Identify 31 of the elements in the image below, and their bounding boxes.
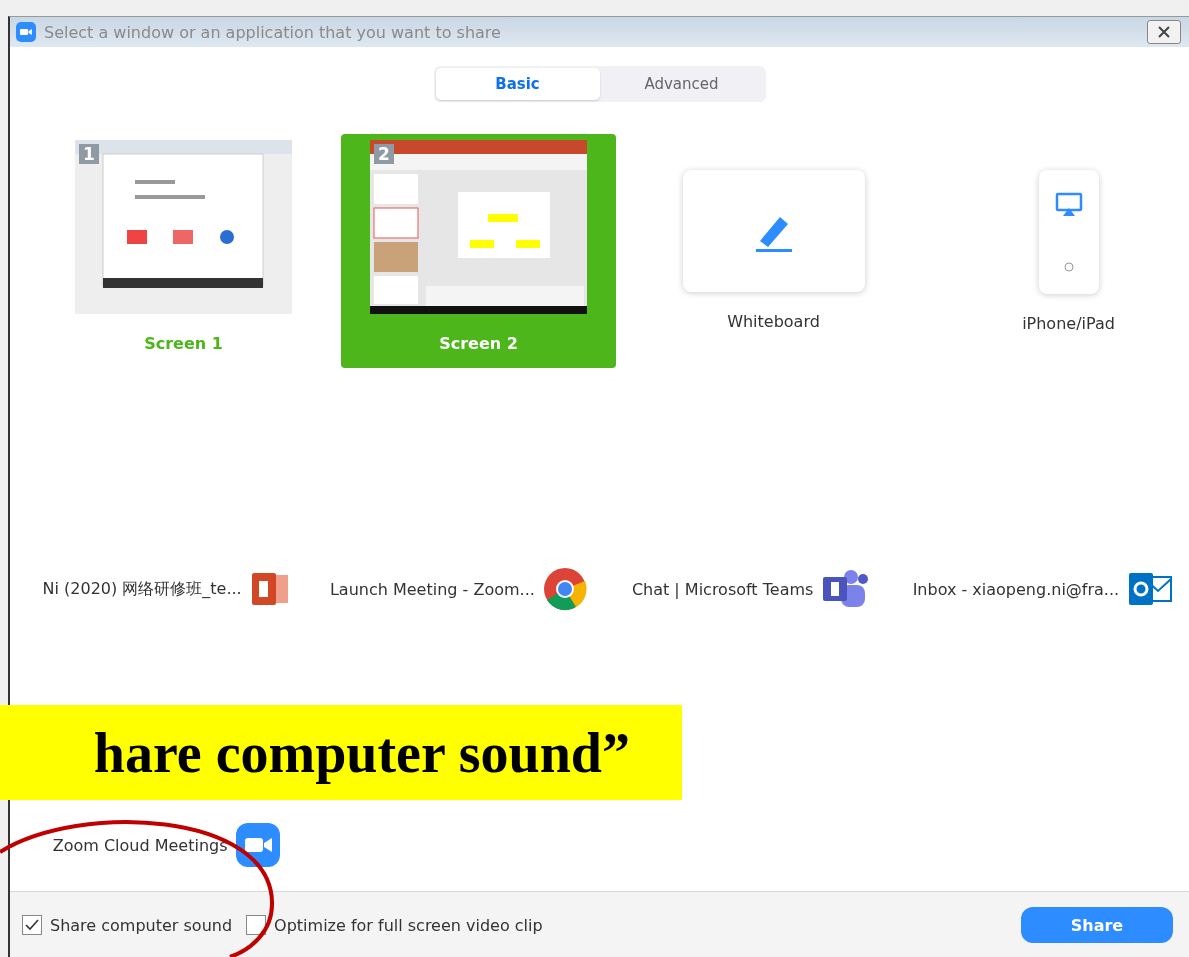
window-title: Select a window or an application that you want to share <box>44 22 502 42</box>
banner-text: hare computer sound” <box>93 720 630 785</box>
application-item[interactable]: Ni (2020) 网络研修班_te... <box>20 564 313 614</box>
browser-icon <box>542 567 587 611</box>
application-name: Launch Meeting - Zoom... <box>329 579 535 599</box>
screen-number: 2 <box>374 144 394 164</box>
checkbox[interactable] <box>22 915 42 935</box>
application-name: Chat | Microsoft Teams <box>631 579 814 599</box>
tab[interactable]: Advanced <box>599 68 764 100</box>
checkbox[interactable] <box>246 915 267 935</box>
application-item[interactable]: Inbox - xiaopeng.ni@fra... <box>896 564 1189 614</box>
checkbox-label: Share computer sound <box>50 915 233 935</box>
tile-label: Screen 1 <box>144 334 223 353</box>
application-item[interactable]: Chat | Microsoft Teams <box>604 564 897 614</box>
application-item[interactable]: Zoom Cloud Meetings <box>20 820 313 870</box>
application-name: Zoom Cloud Meetings <box>52 835 228 855</box>
tab[interactable]: Basic <box>435 68 600 100</box>
tile-label: Screen 2 <box>439 334 518 353</box>
screen-number: 1 <box>79 144 99 164</box>
tile-label: Whiteboard <box>727 312 820 331</box>
video-camera-icon <box>16 22 36 42</box>
close-icon <box>1157 26 1171 38</box>
video-camera-icon <box>235 823 280 867</box>
close-button[interactable] <box>1147 20 1181 44</box>
tile-label: iPhone/iPad <box>1022 314 1115 333</box>
share-option-tile[interactable]: iPhone/iPad <box>931 134 1189 368</box>
application-name: Inbox - xiaopeng.ni@fra... <box>912 579 1120 599</box>
share-option-tile[interactable]: Whiteboard <box>636 134 911 368</box>
checkbox-label: Optimize for full screen video clip <box>274 915 543 935</box>
application-name: Ni (2020) 网络研修班_te... <box>42 578 242 600</box>
application-item[interactable]: Launch Meeting - Zoom... <box>312 564 605 614</box>
